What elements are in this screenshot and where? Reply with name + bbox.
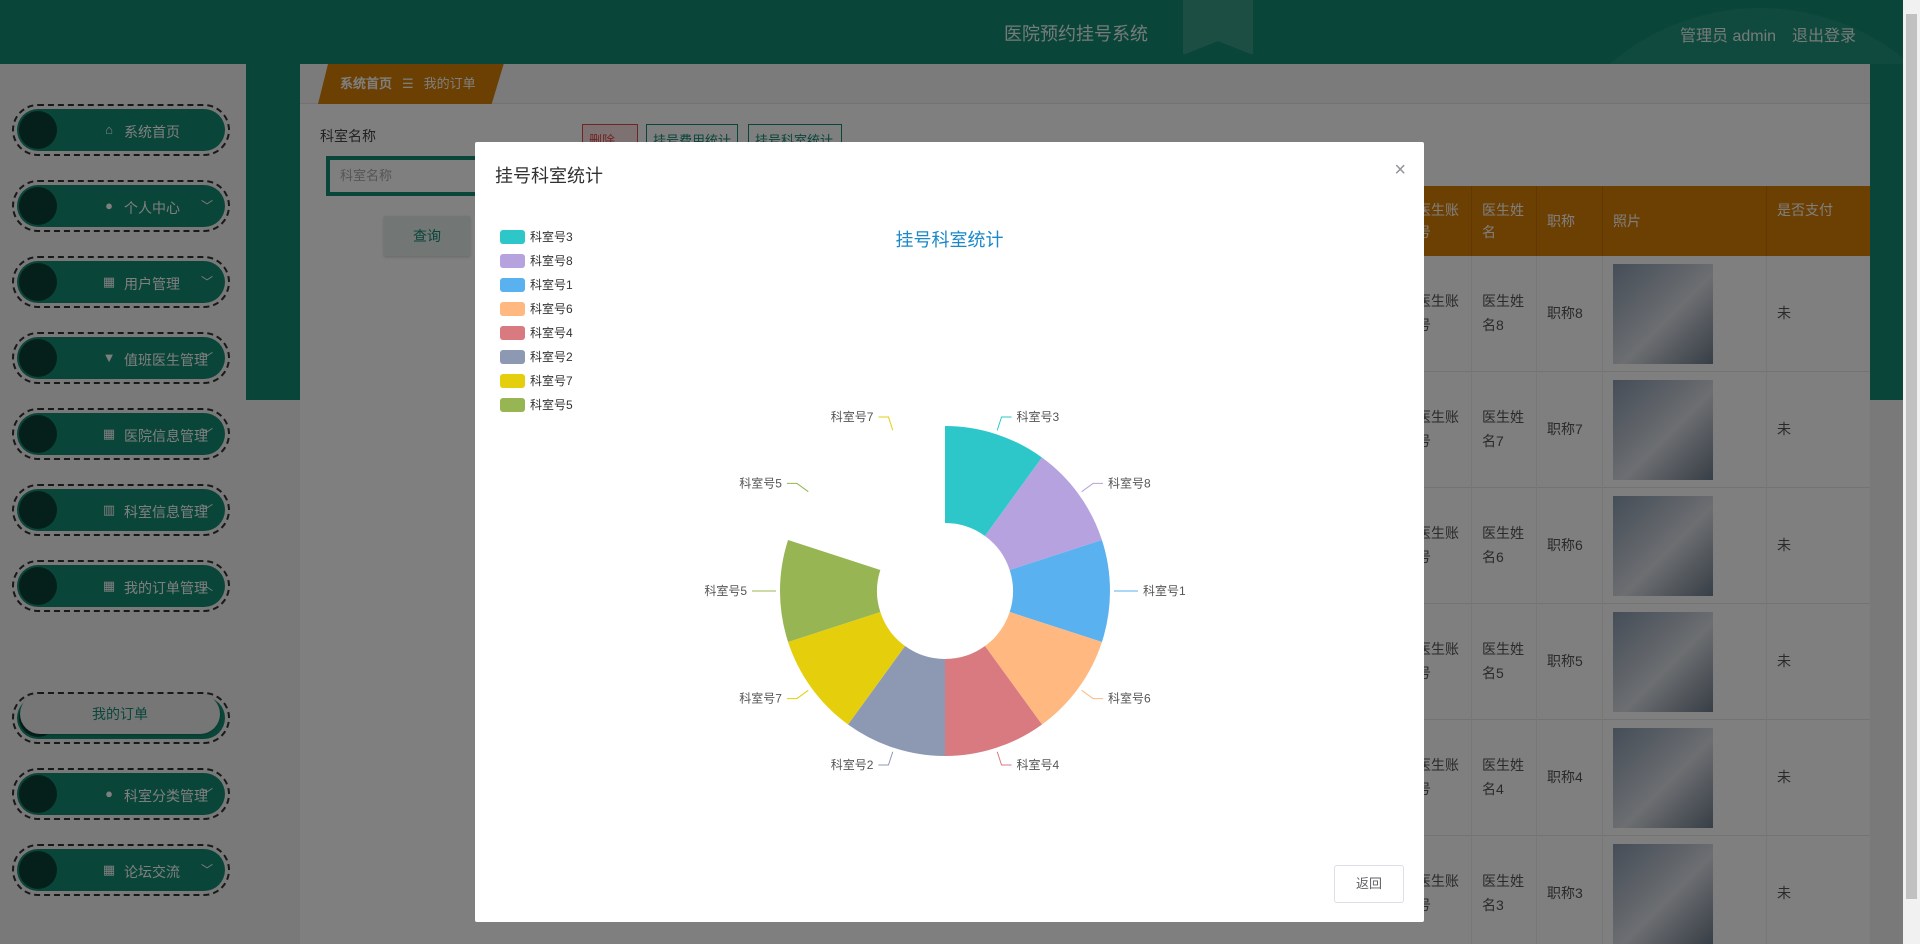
legend-swatch: [500, 302, 525, 316]
legend-item[interactable]: 科室号6: [500, 300, 590, 316]
legend-label: 科室号4: [530, 326, 573, 340]
legend-item[interactable]: 科室号7: [500, 372, 590, 388]
scrollbar-thumb[interactable]: [1906, 14, 1917, 899]
legend-label: 科室号5: [530, 398, 573, 412]
label-leader-line: [996, 416, 1012, 431]
slice-label: 科室号4: [1017, 757, 1060, 772]
legend-swatch: [500, 398, 525, 412]
legend-label: 科室号7: [530, 374, 573, 388]
legend-label: 科室号2: [530, 350, 573, 364]
legend-label: 科室号1: [530, 278, 573, 292]
chart-title: 挂号科室统计: [895, 230, 1004, 250]
legend-item[interactable]: 科室号2: [500, 348, 590, 364]
legend-item[interactable]: 科室号4: [500, 324, 590, 340]
legend-item[interactable]: 科室号3: [500, 228, 590, 244]
label-leader-line: [878, 751, 894, 766]
slice-label: 科室号5: [704, 583, 747, 598]
legend-swatch: [500, 254, 525, 268]
page-scrollbar[interactable]: [1903, 0, 1920, 944]
label-leader-line: [786, 689, 809, 700]
label-leader-line: [786, 482, 809, 493]
legend-swatch: [500, 230, 525, 244]
slice-label: 科室号3: [1017, 409, 1060, 424]
back-button[interactable]: 返回: [1334, 865, 1404, 903]
slice-label: 科室号7: [739, 691, 782, 706]
slice-label: 科室号7: [831, 409, 874, 424]
legend-swatch: [500, 278, 525, 292]
legend-swatch: [500, 350, 525, 364]
slice-label: 科室号2: [831, 757, 874, 772]
legend-label: 科室号6: [530, 302, 573, 316]
slice-label: 科室号1: [1143, 583, 1186, 598]
label-leader-line: [1081, 482, 1104, 493]
legend-item[interactable]: 科室号1: [500, 276, 590, 292]
legend-label: 科室号3: [530, 230, 573, 244]
slice-label: 科室号5: [739, 475, 782, 490]
label-leader-line: [1081, 689, 1104, 700]
stats-dialog: 挂号科室统计 × 科室号3 科室号8 科室号1 科室号6 科室号4 科室号2 科室号7 科室号…: [475, 142, 1424, 922]
slice-label: 科室号8: [1108, 475, 1151, 490]
slice-label: 科室号6: [1108, 691, 1151, 706]
legend-item[interactable]: 科室号8: [500, 252, 590, 268]
label-leader-line: [996, 751, 1012, 766]
legend-label: 科室号8: [530, 254, 573, 268]
label-leader-line: [878, 416, 894, 431]
legend-swatch: [500, 326, 525, 340]
legend-item[interactable]: 科室号5: [500, 396, 590, 412]
legend-swatch: [500, 374, 525, 388]
